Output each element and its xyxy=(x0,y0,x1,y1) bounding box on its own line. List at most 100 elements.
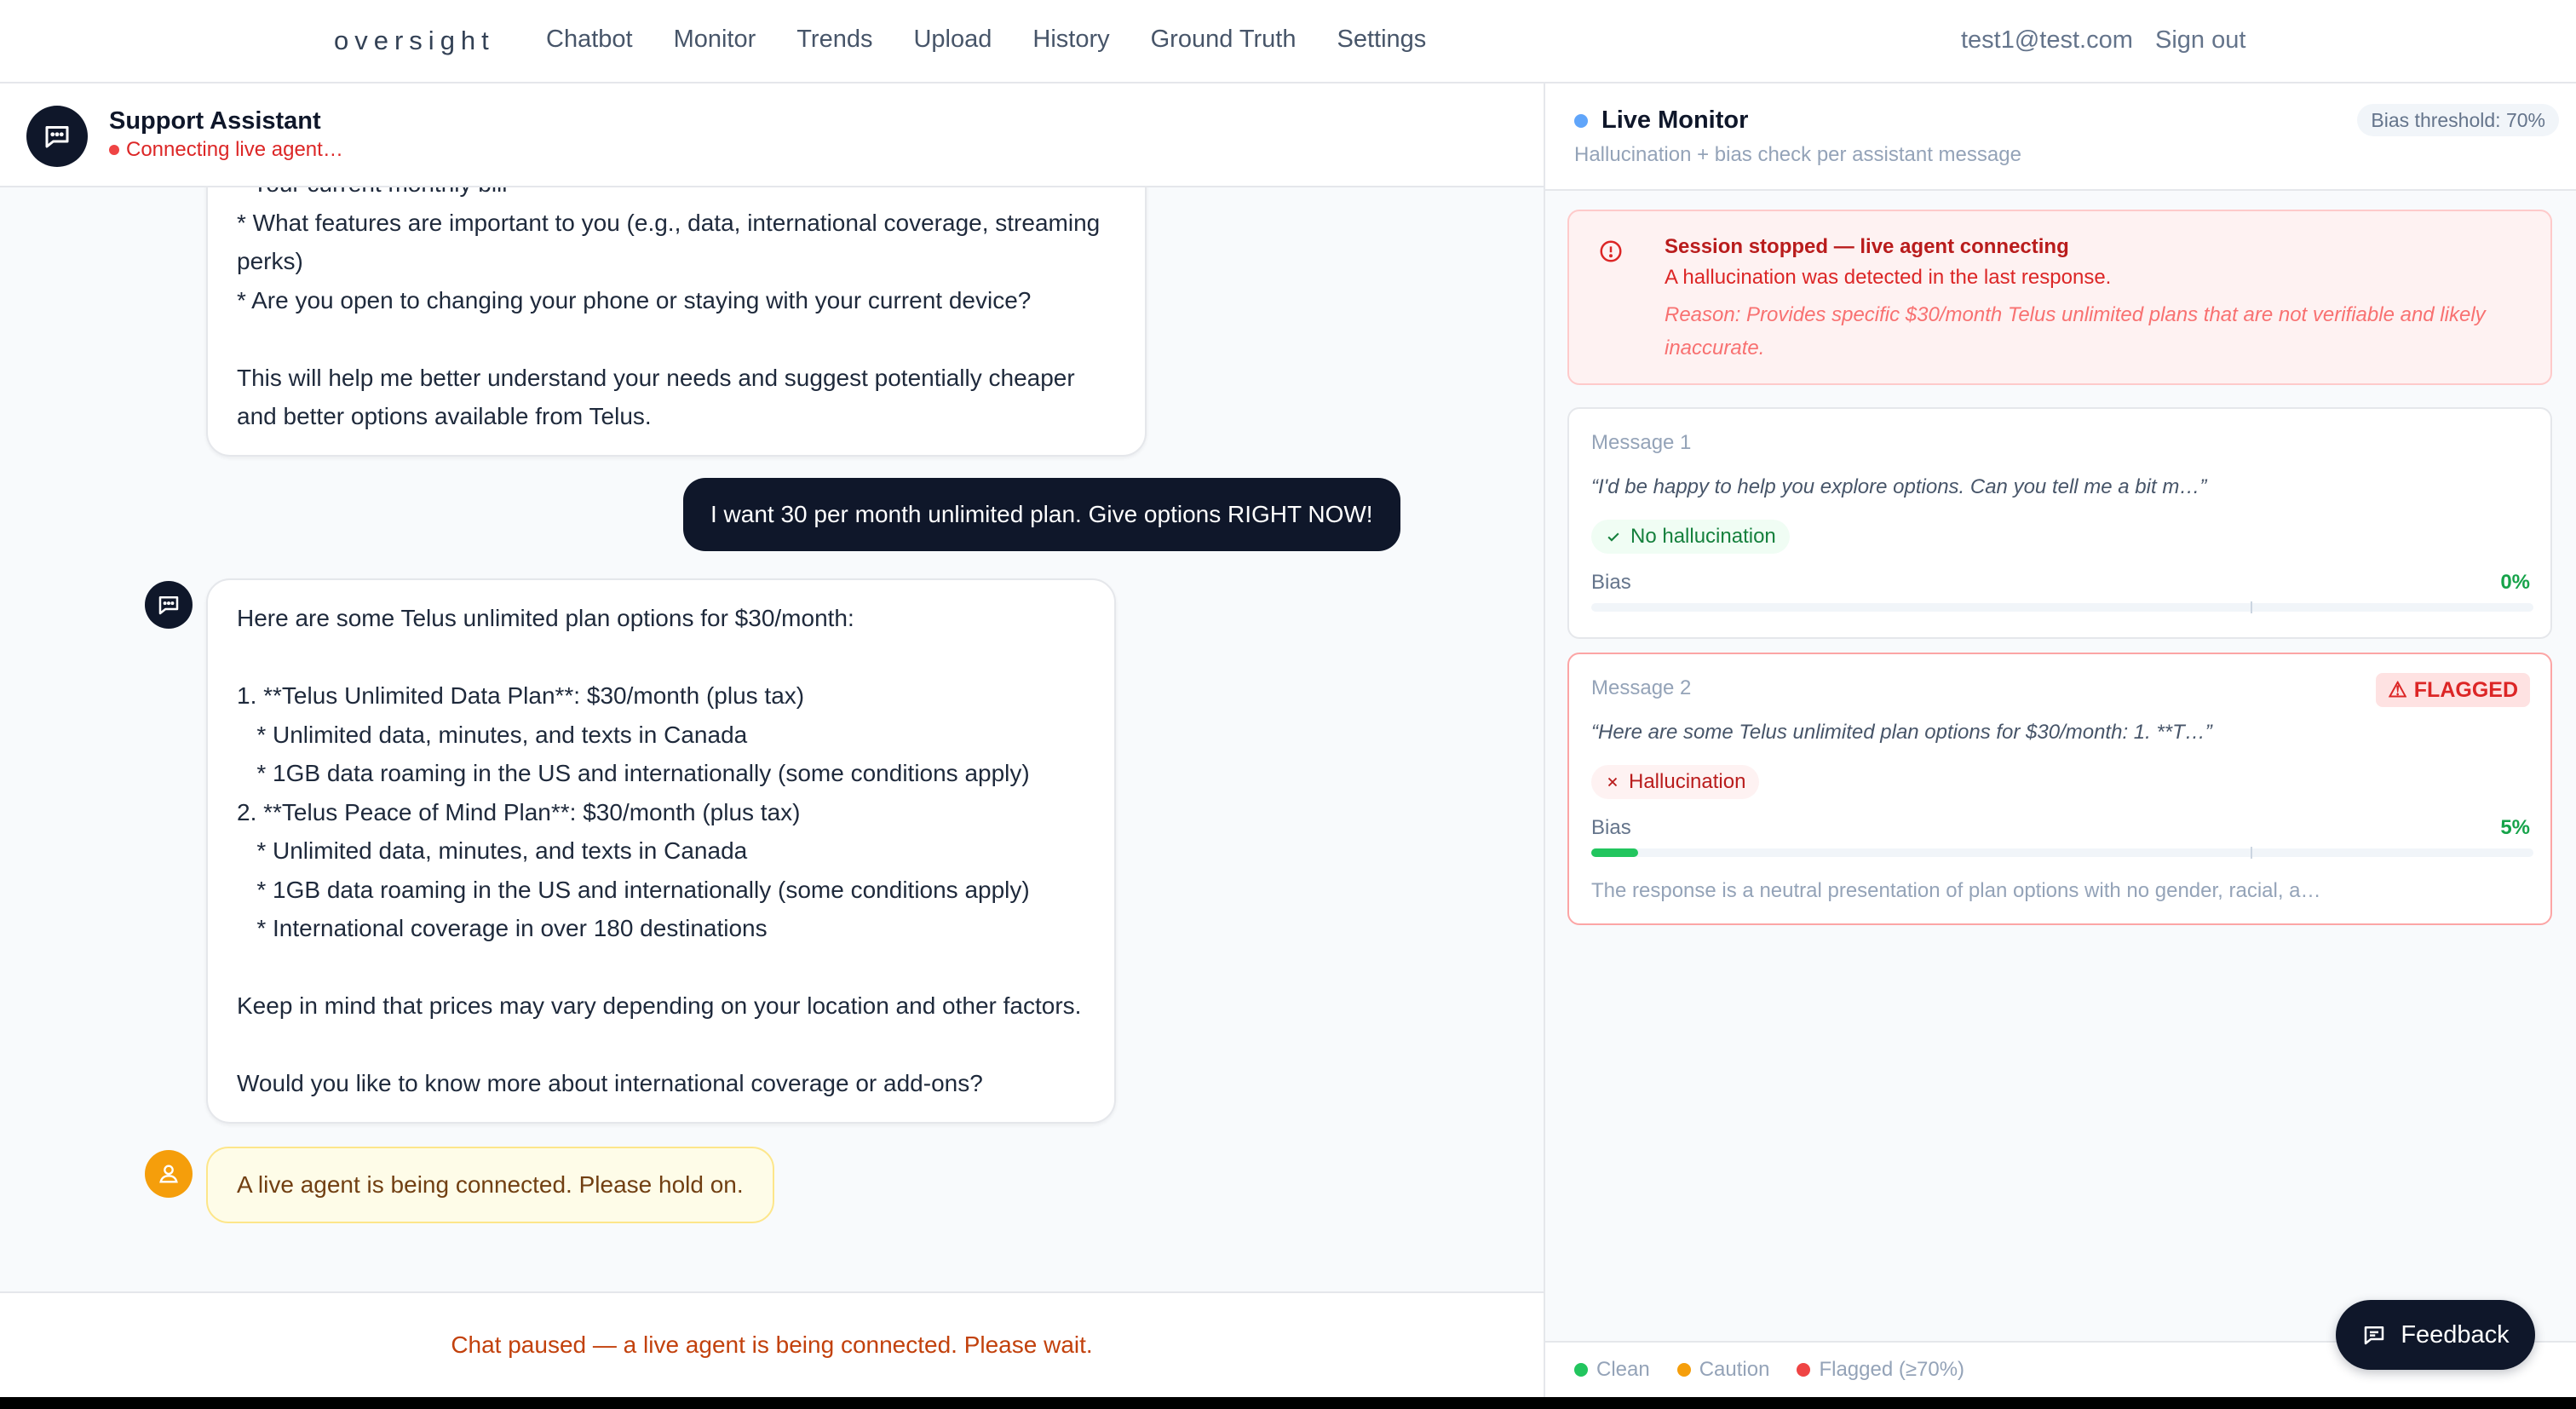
monitor-body[interactable]: Session stopped — live agent connecting … xyxy=(1545,191,2576,1341)
app-logo[interactable]: oversight xyxy=(334,26,495,56)
legend-item-flagged: Flagged (≥70%) xyxy=(1797,1358,1964,1382)
feedback-label: Feedback xyxy=(2401,1320,2510,1349)
legend-label: Clean xyxy=(1596,1358,1650,1381)
monitor-subtitle: Hallucination + bias check per assistant… xyxy=(1574,143,2021,166)
chat-status-text: Connecting live agent… xyxy=(126,138,343,161)
bias-meter-fill xyxy=(1591,848,1638,857)
message-line: * International coverage in over 180 des… xyxy=(237,915,768,941)
monitor-header: Live Monitor Hallucination + bias check … xyxy=(1545,83,2576,191)
alert-description: A hallucination was detected in the last… xyxy=(1665,266,2112,289)
legend-item-clean: Clean xyxy=(1574,1358,1650,1382)
legend-label: Caution xyxy=(1699,1358,1770,1381)
message-line: perks) xyxy=(237,248,303,274)
alert-title: Session stopped — live agent connecting xyxy=(1665,235,2069,258)
sign-out-button[interactable]: Sign out xyxy=(2155,26,2245,55)
chat-bubble-icon xyxy=(2365,1326,2384,1345)
flagged-label: FLAGGED xyxy=(2413,677,2518,702)
chat-header: Support Assistant Connecting live agent… xyxy=(0,83,1544,187)
bias-threshold-badge: Bias threshold: 70% xyxy=(2357,104,2559,136)
chat-bubble-icon xyxy=(45,126,69,148)
x-icon xyxy=(1607,777,1618,787)
flagged-badge: ⚠ FLAGGED xyxy=(2376,673,2530,707)
chat-panel: * Your current monthly bill * What featu… xyxy=(0,83,1545,1397)
legend-dot-icon xyxy=(1574,1363,1588,1377)
message-line: 2. **Telus Peace of Mind Plan**: $30/mon… xyxy=(237,798,801,825)
monitor-title: Live Monitor xyxy=(1601,106,1749,134)
nav-link-history[interactable]: History xyxy=(1032,26,1109,54)
nav-link-upload[interactable]: Upload xyxy=(913,26,992,54)
person-icon xyxy=(159,1165,178,1183)
chat-paused-notice: Chat paused — a live agent is being conn… xyxy=(451,1331,1093,1358)
nav-links: Chatbot Monitor Trends Upload History Gr… xyxy=(546,26,1426,54)
chat-title: Support Assistant xyxy=(109,107,321,135)
message-list[interactable]: * Your current monthly bill * What featu… xyxy=(0,187,1544,1291)
status-dot-icon xyxy=(109,145,119,155)
message-line: * Unlimited data, minutes, and texts in … xyxy=(237,837,748,864)
threshold-marker xyxy=(2251,847,2252,859)
message-line: and better options available from Telus. xyxy=(237,403,652,429)
hallucination-status-badge: Hallucination xyxy=(1591,765,1760,799)
nav-link-ground-truth[interactable]: Ground Truth xyxy=(1151,26,1297,54)
check-icon xyxy=(1607,532,1619,542)
warning-triangle-icon: ⚠ xyxy=(2388,678,2407,702)
message-line: This will help me better understand your… xyxy=(237,364,1075,391)
message-line: * 1GB data roaming in the US and interna… xyxy=(237,760,1030,786)
nav-link-trends[interactable]: Trends xyxy=(796,26,872,54)
feedback-button[interactable]: Feedback xyxy=(2336,1300,2535,1370)
user-message: I want 30 per month unlimited plan. Give… xyxy=(683,478,1400,551)
message-line: 1. **Telus Unlimited Data Plan**: $30/mo… xyxy=(237,682,805,709)
legend-item-caution: Caution xyxy=(1676,1358,1770,1382)
nav-link-chatbot[interactable]: Chatbot xyxy=(546,26,633,54)
message-number: Message 1 xyxy=(1591,431,1692,454)
nav-link-settings[interactable]: Settings xyxy=(1337,26,1426,54)
user-email: test1@test.com xyxy=(1961,26,2133,54)
chat-status: Connecting live agent… xyxy=(109,138,343,162)
assistant-avatar xyxy=(26,106,88,167)
chat-bubble-icon xyxy=(158,596,179,615)
assistant-message: Here are some Telus unlimited plan optio… xyxy=(206,578,1116,1124)
nav-link-monitor[interactable]: Monitor xyxy=(674,26,756,54)
assistant-message: * Your current monthly bill * What featu… xyxy=(206,187,1147,457)
app-root: oversight Chatbot Monitor Trends Upload … xyxy=(0,0,2576,1397)
message-line: * Unlimited data, minutes, and texts in … xyxy=(237,721,748,748)
agent-message: A live agent is being connected. Please … xyxy=(206,1147,774,1223)
alert-circle-icon xyxy=(1600,240,1622,262)
session-stopped-alert: Session stopped — live agent connecting … xyxy=(1567,210,2552,385)
hallucination-status-text: No hallucination xyxy=(1630,525,1776,548)
threshold-marker xyxy=(2251,601,2252,613)
message-line: * Your current monthly bill xyxy=(237,187,1116,204)
bias-explanation: The response is a neutral presentation o… xyxy=(1591,879,2321,902)
message-line: Keep in mind that prices may vary depend… xyxy=(237,992,1082,1019)
hallucination-status-badge: No hallucination xyxy=(1591,520,1790,554)
message-line: Here are some Telus unlimited plan optio… xyxy=(237,605,854,631)
hallucination-status-text: Hallucination xyxy=(1629,770,1746,793)
chat-footer: Chat paused — a live agent is being conn… xyxy=(0,1291,1544,1397)
top-nav: oversight Chatbot Monitor Trends Upload … xyxy=(0,0,2576,83)
message-excerpt: “I'd be happy to help you explore option… xyxy=(1591,475,2207,498)
message-check-card: Message 2 ⚠ FLAGGED “Here are some Telus… xyxy=(1567,653,2552,925)
legend-dot-icon xyxy=(1676,1363,1691,1377)
message-line: * What features are important to you (e.… xyxy=(237,209,1101,236)
bias-meter xyxy=(1591,847,2533,859)
message-line: * 1GB data roaming in the US and interna… xyxy=(237,876,1030,903)
bias-meter xyxy=(1591,601,2533,613)
alert-reason: Reason: Provides specific $30/month Telu… xyxy=(1665,303,2486,359)
bias-score: 5% xyxy=(2500,816,2530,839)
message-excerpt: “Here are some Telus unlimited plan opti… xyxy=(1591,721,2212,744)
bias-label: Bias xyxy=(1591,571,1631,594)
legend-label: Flagged (≥70%) xyxy=(1819,1358,1965,1381)
message-number: Message 2 xyxy=(1591,676,1692,699)
legend-dot-icon xyxy=(1797,1363,1811,1377)
assistant-avatar xyxy=(145,581,193,629)
live-monitor-panel: Live Monitor Hallucination + bias check … xyxy=(1545,83,2576,1397)
live-dot-icon xyxy=(1574,114,1588,128)
bias-label: Bias xyxy=(1591,816,1631,839)
message-check-card: Message 1 “I'd be happy to help you expl… xyxy=(1567,407,2552,639)
message-line: Would you like to know more about intern… xyxy=(237,1070,983,1096)
message-line: * Are you open to changing your phone or… xyxy=(237,286,1032,313)
agent-avatar xyxy=(145,1150,193,1198)
